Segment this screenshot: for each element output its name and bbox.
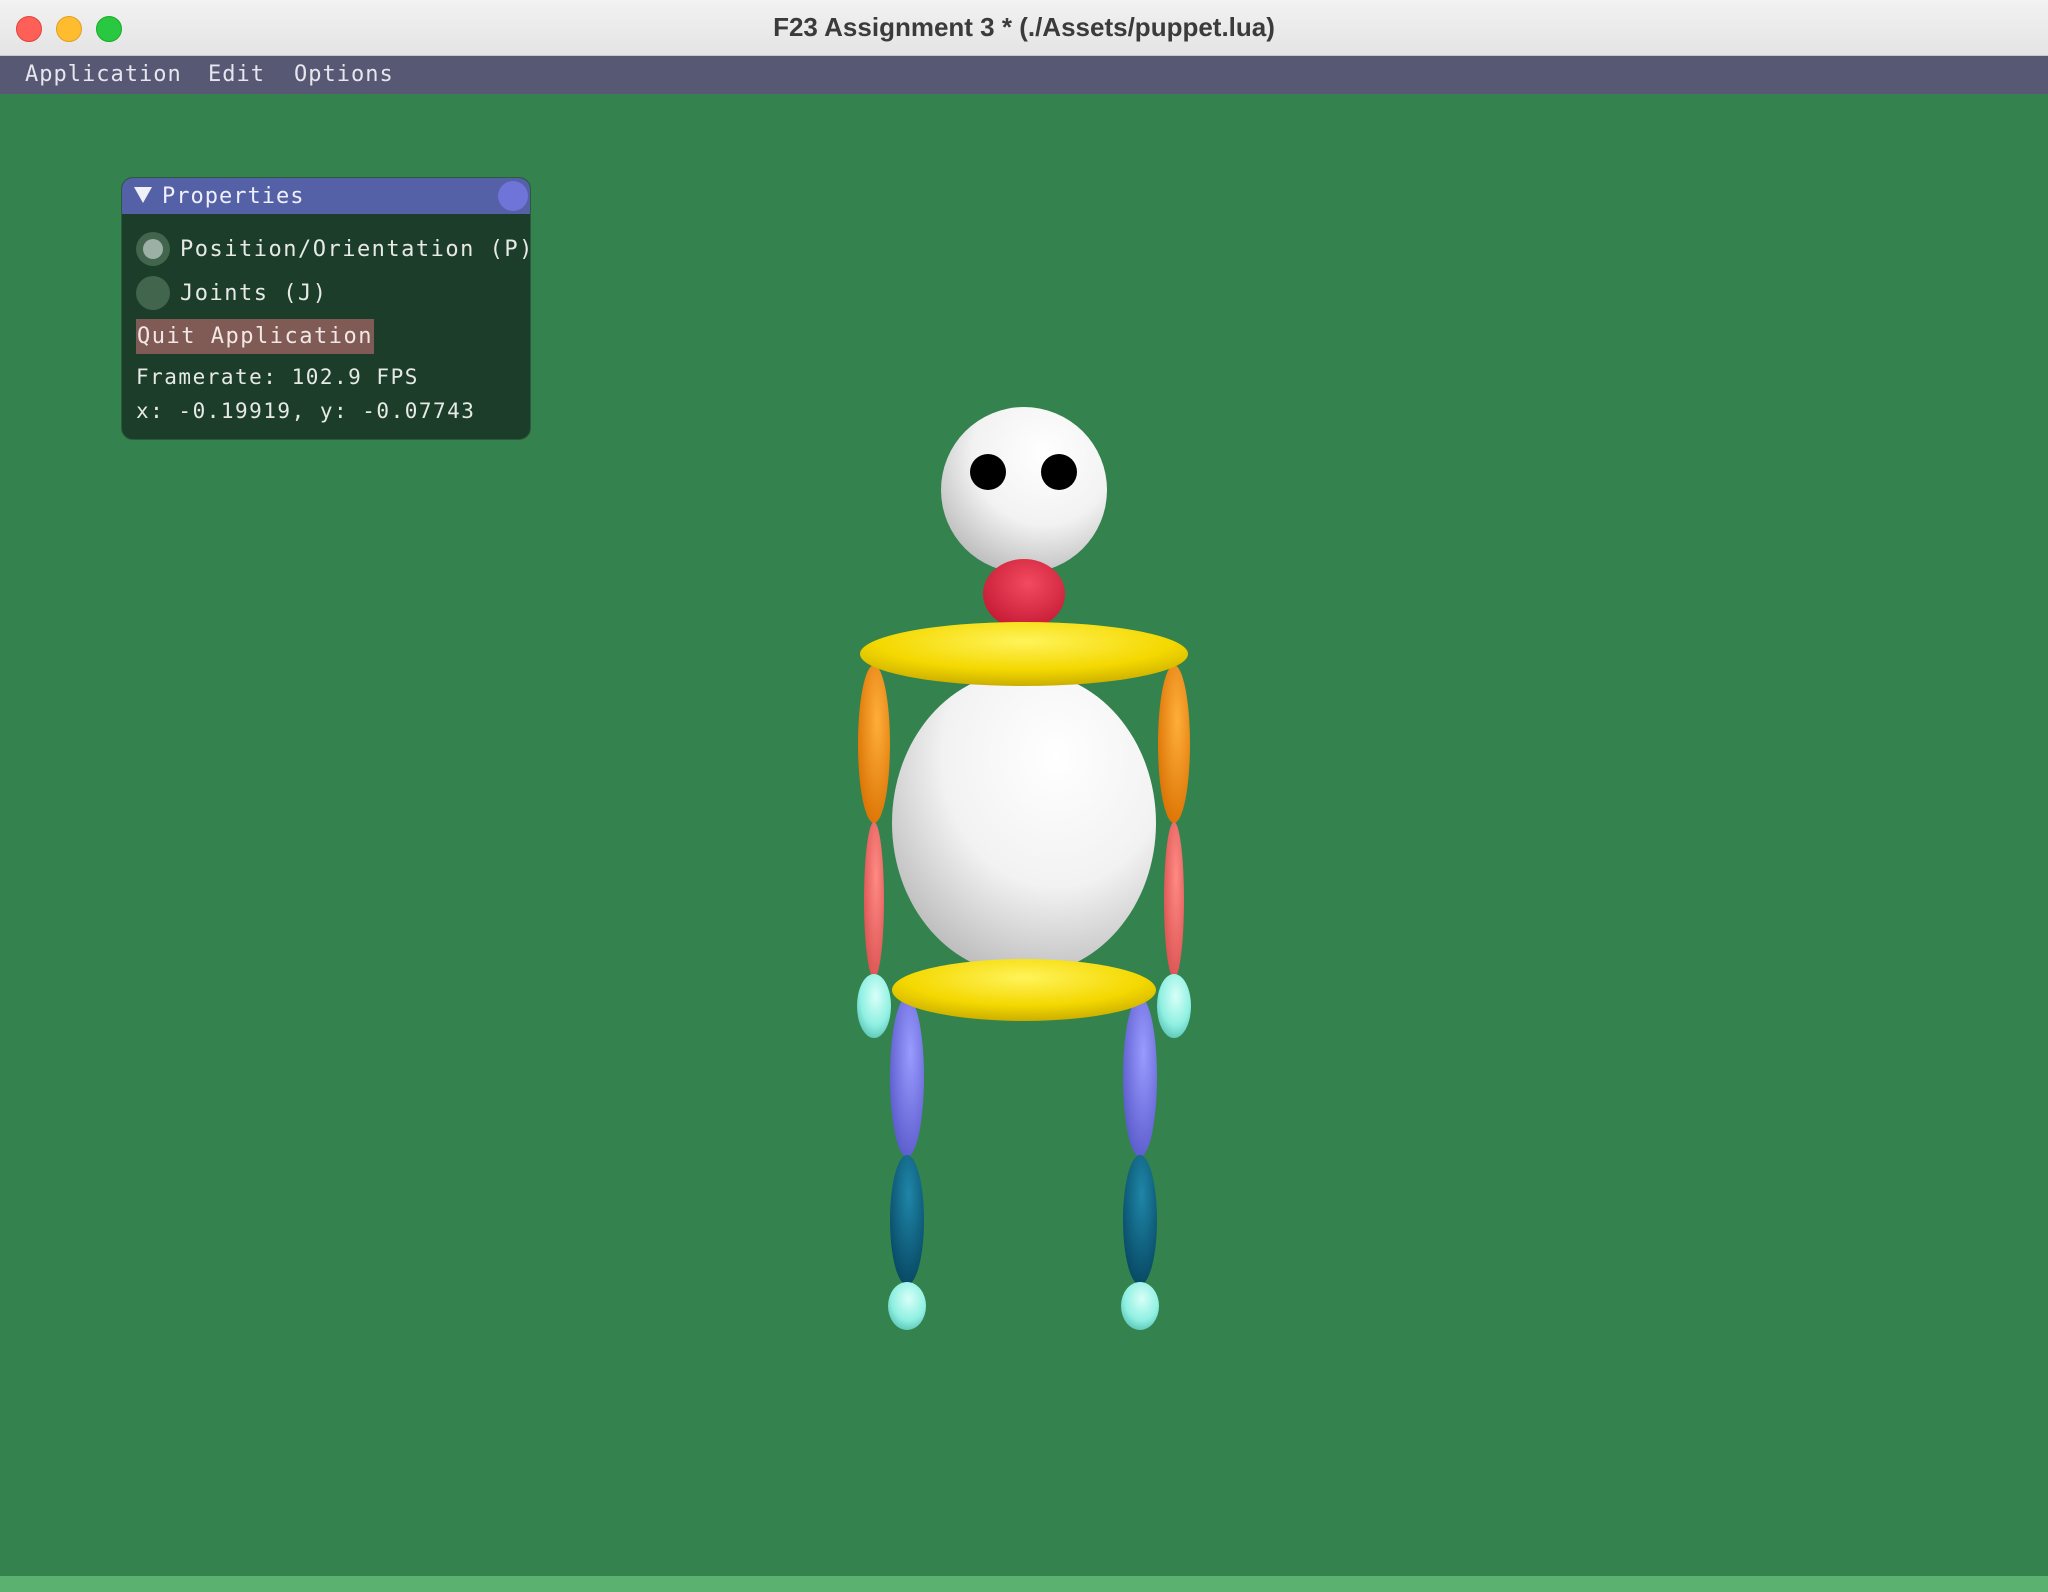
radio-position-orientation[interactable] <box>136 232 170 266</box>
puppet-left-hand[interactable] <box>857 974 891 1038</box>
menu-options[interactable]: Options <box>294 56 394 94</box>
puppet-torso[interactable] <box>892 671 1156 975</box>
menu-application[interactable]: Application <box>25 56 182 94</box>
puppet-right-forearm[interactable] <box>1164 822 1184 978</box>
puppet-left-foot[interactable] <box>888 1282 926 1330</box>
puppet-right-hand[interactable] <box>1157 974 1191 1038</box>
radio-selected-dot-icon <box>143 239 163 259</box>
app-window: F23 Assignment 3 * (./Assets/puppet.lua)… <box>0 0 2048 1592</box>
quit-application-button[interactable]: Quit Application <box>136 319 374 354</box>
properties-panel-title: Properties <box>162 184 305 209</box>
framerate-readout: Framerate: 102.9 FPS <box>136 365 419 389</box>
bottom-window-strip <box>0 1576 2048 1592</box>
puppet-right-thigh[interactable] <box>1123 997 1157 1157</box>
puppet-hips[interactable] <box>892 959 1156 1021</box>
properties-panel-header[interactable]: Properties <box>122 178 530 214</box>
mouse-coords-readout: x: -0.19919, y: -0.07743 <box>136 399 476 423</box>
panel-close-icon[interactable] <box>498 181 528 211</box>
puppet-left-thigh[interactable] <box>890 997 924 1157</box>
menu-bar: Application Edit Options <box>0 56 2048 94</box>
puppet-left-eye <box>970 454 1006 490</box>
puppet-right-calf[interactable] <box>1123 1155 1157 1285</box>
puppet-right-upper-arm[interactable] <box>1158 665 1190 823</box>
puppet-left-upper-arm[interactable] <box>858 665 890 823</box>
puppet-shoulders[interactable] <box>860 622 1188 686</box>
window-title: F23 Assignment 3 * (./Assets/puppet.lua) <box>773 12 1275 42</box>
menu-edit[interactable]: Edit <box>208 56 265 94</box>
puppet-right-foot[interactable] <box>1121 1282 1159 1330</box>
puppet-left-forearm[interactable] <box>864 822 884 978</box>
puppet-neck[interactable] <box>983 559 1065 629</box>
collapse-triangle-icon[interactable] <box>134 187 152 203</box>
radio-joints[interactable] <box>136 276 170 310</box>
puppet-left-calf[interactable] <box>890 1155 924 1285</box>
mode-position-orientation-label: Position/Orientation (P) <box>180 237 531 262</box>
puppet-right-eye <box>1041 454 1077 490</box>
mode-joints-label: Joints (J) <box>180 281 328 306</box>
puppet-head[interactable] <box>941 407 1107 573</box>
properties-panel: Properties Position/Orientation (P) Join… <box>121 177 531 440</box>
title-bar: F23 Assignment 3 * (./Assets/puppet.lua) <box>0 0 2048 56</box>
